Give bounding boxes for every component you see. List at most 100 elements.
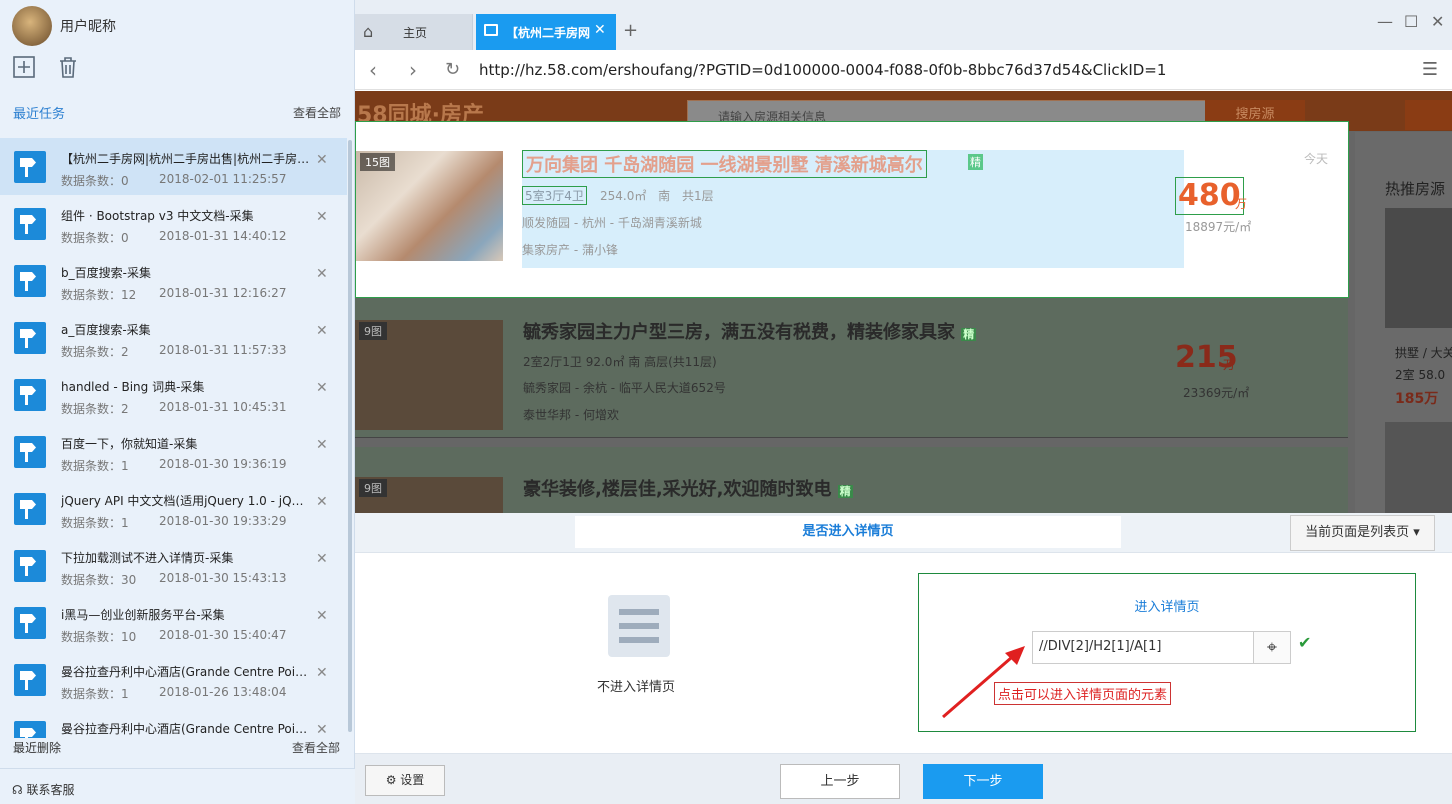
view-all-deleted-link[interactable]: 查看全部	[292, 739, 340, 756]
back-icon[interactable]: ‹	[369, 58, 377, 82]
task-count: 数据条数：2	[61, 345, 129, 359]
photo-count: 9图	[359, 479, 387, 497]
close-icon[interactable]: ✕	[316, 266, 328, 282]
avatar[interactable]	[12, 6, 52, 46]
task-date: 2018-01-31 14:40:12	[159, 229, 287, 243]
recent-deleted-title: 最近删除	[13, 741, 62, 755]
close-icon[interactable]: ✕	[316, 722, 328, 738]
close-icon[interactable]: ✕	[316, 437, 328, 453]
trash-icon[interactable]	[55, 55, 81, 81]
recommended-sidebar: 热推房源 拱墅 / 大关 2室 58.0 185万	[1355, 132, 1452, 513]
recommended-line2: 2室 58.0	[1395, 368, 1446, 382]
sidebar: 用户昵称 最近任务 查看全部 【杭州二手房网|杭州二手房出售|杭州二手房买卖 数据…	[0, 0, 355, 804]
add-task-icon[interactable]	[11, 55, 37, 81]
task-name: i黑马—创业创新服务平台-采集	[61, 608, 225, 622]
check-icon: ✔	[1298, 633, 1312, 652]
task-count: 数据条数：1	[61, 459, 129, 473]
task-item[interactable]: a_百度搜索-采集 数据条数：2 2018-01-31 11:57:33 ✕	[0, 309, 347, 366]
task-date: 2018-01-30 15:40:47	[159, 628, 287, 642]
forward-icon[interactable]: ›	[409, 58, 417, 82]
signpost-icon	[14, 379, 46, 411]
task-item[interactable]: jQuery API 中文文档(适用jQuery 1.0 - jQuery 3.…	[0, 480, 347, 537]
task-count: 数据条数：1	[61, 516, 129, 530]
refresh-icon[interactable]: ↻	[445, 59, 460, 80]
no-enter-detail-option[interactable]: 不进入详情页	[597, 676, 675, 695]
task-name: a_百度搜索-采集	[61, 323, 151, 337]
page-type-dropdown[interactable]: 当前页面是列表页 ▾	[1290, 515, 1435, 551]
highlighted-listing[interactable]: 15图 万向集团 千岛湖随园 一线湖景别墅 清溪新城高尔 精 5室3厅4卫 25…	[355, 121, 1349, 298]
url-field[interactable]: http://hz.58.com/ershoufang/?PGTID=0d100…	[479, 61, 1166, 79]
listing-title[interactable]: 豪华装修,楼层佳,采光好,欢迎随时致电 精	[523, 475, 853, 501]
new-tab-icon[interactable]: +	[623, 20, 638, 41]
task-item[interactable]: 曼谷拉查丹利中心酒店(Grande Centre Point Hotel) ✕	[0, 708, 347, 738]
view-all-link[interactable]: 查看全部	[293, 104, 341, 121]
task-name: jQuery API 中文文档(适用jQuery 1.0 - jQuery 3.…	[61, 494, 311, 508]
task-name: 曼谷拉查丹利中心酒店(Grande Centre Point Hotel)	[61, 722, 311, 736]
close-icon[interactable]: ✕	[316, 323, 328, 339]
close-icon[interactable]: ✕	[316, 494, 328, 510]
close-tab-icon[interactable]: ✕	[594, 22, 606, 38]
task-name: 组件 · Bootstrap v3 中文文档-采集	[61, 209, 254, 223]
task-item[interactable]: 组件 · Bootstrap v3 中文文档-采集 数据条数：0 2018-01-3…	[0, 195, 347, 252]
recommended-photo[interactable]	[1385, 208, 1452, 328]
config-panel: 是否进入详情页 当前页面是列表页 ▾ 不进入详情页 进入详情页 //DIV[2]…	[355, 513, 1452, 804]
task-count: 数据条数：0	[61, 231, 129, 245]
listing-title[interactable]: 毓秀家园主力户型三房，满五没有税费，精装修家具家 精	[523, 318, 977, 344]
settings-button[interactable]: ⚙ 设置	[365, 765, 445, 796]
home-icon: ⌂	[363, 22, 374, 41]
sidebar-scrollbar[interactable]	[348, 140, 352, 732]
task-item[interactable]: 下拉加载测试不进入详情页-采集 数据条数：30 2018-01-30 15:43:1…	[0, 537, 347, 594]
recent-tasks-header: 最近任务 查看全部	[0, 100, 355, 122]
support-link[interactable]: ☊ 联系客服	[0, 768, 355, 804]
price-per-sqm: 18897元/㎡	[1185, 220, 1252, 234]
recommended-photo[interactable]	[1385, 422, 1452, 513]
close-icon[interactable]: ✕	[316, 608, 328, 624]
user-profile[interactable]: 用户昵称	[12, 6, 116, 46]
listing-title-link[interactable]: 万向集团 千岛湖随园 一线湖景别墅 清溪新城高尔	[522, 150, 927, 178]
listing-agent: 集家房产 - 蒲小锋	[522, 243, 618, 257]
list-icon[interactable]	[608, 595, 670, 657]
close-icon[interactable]: ✕	[316, 665, 328, 681]
close-icon[interactable]: ✕	[316, 551, 328, 567]
listing-address: 毓秀家园 - 余杭 - 临平人民大道652号	[523, 381, 726, 395]
task-item[interactable]: 【杭州二手房网|杭州二手房出售|杭州二手房买卖 数据条数：0 2018-02-01 …	[0, 138, 347, 195]
close-icon[interactable]: ✕	[316, 209, 328, 225]
task-date: 2018-01-31 12:16:27	[159, 286, 287, 300]
task-date: 2018-01-30 19:33:29	[159, 514, 287, 528]
task-item[interactable]: handled - Bing 词典-采集 数据条数：2 2018-01-31 10:…	[0, 366, 347, 423]
signpost-icon	[14, 550, 46, 582]
listing-item[interactable]: 9图 毓秀家园主力户型三房，满五没有税费，精装修家具家 精 2室2厅1卫 92.…	[355, 290, 1348, 438]
close-window-icon[interactable]: ✕	[1431, 12, 1444, 31]
previous-step-button[interactable]: 上一步	[780, 764, 900, 799]
crosshair-icon[interactable]: ⌖	[1253, 631, 1291, 664]
task-item[interactable]: 曼谷拉查丹利中心酒店(Grande Centre Point Hotel) 数据条…	[0, 651, 347, 708]
task-item[interactable]: i黑马—创业创新服务平台-采集 数据条数：10 2018-01-30 15:40:4…	[0, 594, 347, 651]
price-per-sqm: 23369元/㎡	[1183, 386, 1250, 400]
menu-icon[interactable]: ☰	[1422, 59, 1438, 80]
settings-label: 设置	[400, 773, 425, 787]
signpost-icon	[14, 493, 46, 525]
maximize-icon[interactable]: ☐	[1404, 12, 1418, 31]
xpath-input[interactable]: //DIV[2]/H2[1]/A[1]	[1032, 631, 1254, 664]
photo-count: 15图	[360, 153, 395, 171]
minimize-icon[interactable]: —	[1377, 12, 1393, 31]
tab-current-page[interactable]: 【杭州二手房网|杭州二手房出售 ✕	[476, 14, 616, 50]
recent-tasks-title: 最近任务	[13, 107, 66, 122]
address-bar: ‹ › ↻ http://hz.58.com/ershoufang/?PGTID…	[355, 50, 1452, 90]
listing-item[interactable]: 9图 豪华装修,楼层佳,采光好,欢迎随时致电 精	[355, 447, 1348, 513]
listing-time: 今天	[1304, 152, 1329, 166]
next-step-button[interactable]: 下一步	[923, 764, 1043, 799]
enter-detail-title: 进入详情页	[1134, 600, 1200, 615]
listing-layout: 5室3厅4卫	[522, 186, 587, 205]
site-header-button[interactable]	[1405, 100, 1452, 130]
signpost-icon	[14, 721, 46, 738]
task-name: 【杭州二手房网|杭州二手房出售|杭州二手房买卖	[61, 152, 311, 166]
panel-title: 是否进入详情页	[575, 516, 1121, 548]
close-icon[interactable]: ✕	[316, 380, 328, 396]
task-name: 百度一下，你就知道-采集	[61, 437, 198, 451]
task-count: 数据条数：30	[61, 573, 137, 587]
tab-home[interactable]: ⌂ 主页	[355, 14, 473, 50]
task-item[interactable]: 百度一下，你就知道-采集 数据条数：1 2018-01-30 19:36:19 ✕	[0, 423, 347, 480]
close-icon[interactable]: ✕	[316, 152, 328, 168]
task-item[interactable]: b_百度搜索-采集 数据条数：12 2018-01-31 12:16:27 ✕	[0, 252, 347, 309]
